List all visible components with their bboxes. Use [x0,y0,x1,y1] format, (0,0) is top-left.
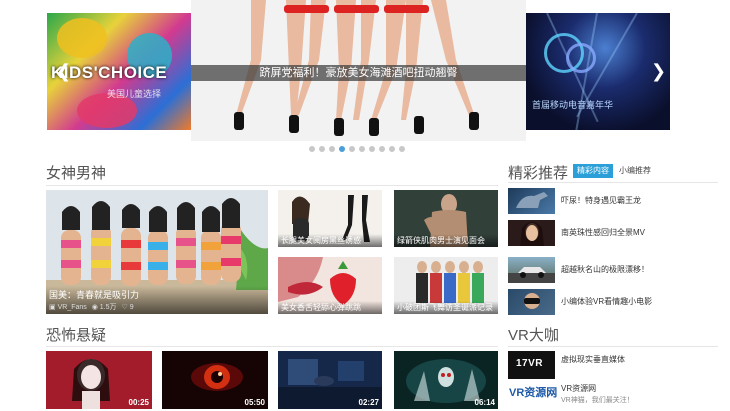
video-tile[interactable]: 02:27 [278,351,382,409]
views-icon: ◉ [91,304,98,311]
slide-left-subtitle: 美国儿童选择 [107,89,162,99]
carousel-slide-right[interactable]: 首届移动电音嘉年华 [526,13,670,130]
decor-blob [57,18,107,58]
car-thumb-image [508,267,555,283]
featured-likes: 9 [129,304,134,311]
video-caption: 小破团斯飞舞访圣诞派记录 [394,301,498,314]
section-divider [46,185,498,186]
recommend-title: 超越秋名山的极限漂移！ [561,265,649,274]
video-caption: 美女香舌轻舔心弹跳跳 [278,301,382,314]
vr-user-thumb-image [524,293,540,309]
user-icon: ▣ [49,304,56,311]
carousel-dot[interactable] [309,146,315,152]
video-duration: 05:50 [244,398,265,407]
carousel-dot[interactable] [379,146,385,152]
vr-media-logo: 17VR [508,351,555,379]
singer-thumb-image [520,222,544,246]
section-title-goddess: 女神男神 [46,165,107,182]
recommend-thumb [508,188,555,214]
video-tile[interactable]: 05:50 [162,351,268,409]
recommend-item[interactable]: 小编体验VR看情趣小电影 [508,289,718,315]
recommend-title: 小编体验VR看情趣小电影 [561,297,653,306]
section-divider [46,346,498,347]
vr-media-name: VR资源网 [561,384,597,393]
video-tile[interactable]: 06:14 [394,351,498,409]
vr-media-item[interactable]: VR资源网 VR资源网 VR神猫，我们最关注！ [508,381,718,409]
video-tile[interactable]: 小破团斯飞舞访圣诞派记录 [394,257,498,314]
video-duration: 02:27 [358,398,379,407]
likes-icon: ♡ [121,304,128,311]
featured-video-tile[interactable]: 国美：青春就是吸引力 ▣ VR_Fans ◉ 1.5万 ♡ 9 [46,190,268,314]
video-tile[interactable]: 长腿美女阅房黑丝诱惑 [278,190,382,247]
video-duration: 06:14 [474,398,495,407]
featured-views: 1.5万 [99,304,117,311]
featured-author[interactable]: VR_Fans [58,304,87,311]
carousel-dot-active[interactable] [339,146,345,152]
recommend-item[interactable]: 南英珠性感回归全景MV [508,220,718,246]
recommend-thumb [508,220,555,246]
carousel-dot[interactable] [399,146,405,152]
video-caption: 长腿美女阅房黑丝诱惑 [278,234,382,247]
carousel-prev-icon[interactable]: ❮ [56,62,71,80]
tab-featured-content[interactable]: 精彩内容 [573,164,613,178]
featured-caption: 国美：青春就是吸引力 [49,290,140,300]
recommend-item[interactable]: 超越秋名山的极限漂移！ [508,257,718,283]
vr-media-name: 虚拟现实垂直媒体 [561,355,625,364]
vr-media-item[interactable]: 17VR 虚拟现实垂直媒体 [508,351,718,379]
recommend-title: 南英珠性感回归全景MV [561,228,645,237]
recommend-item[interactable]: 吓尿！特身遇见霸王龙 [508,188,718,214]
video-caption: 绿箭侠肌肉男士演见面会 [394,234,498,247]
carousel-caption: 跻屏党福利！豪放美女海滩酒吧扭动翘臀 [259,67,458,79]
video-tile[interactable]: 绿箭侠肌肉男士演见面会 [394,190,498,247]
recommend-thumb [508,289,555,315]
slide-right-text: 首届移动电音嘉年华 [532,100,614,110]
dinosaur-thumb-image [516,192,548,208]
section-divider [508,346,718,347]
carousel-pagination [309,146,405,152]
decor-ring [566,43,596,73]
vr-media-logo: VR资源网 [508,381,558,409]
recommend-title: 吓尿！特身遇见霸王龙 [561,196,641,205]
carousel-dot[interactable] [369,146,375,152]
carousel-dot[interactable] [349,146,355,152]
section-title-recommend: 精彩推荐 [508,165,569,182]
recommend-thumb [508,257,555,283]
carousel-next-icon[interactable]: ❯ [651,62,666,80]
featured-meta: ▣ VR_Fans ◉ 1.5万 ♡ 9 [49,302,134,312]
section-title-vr: VR大咖 [508,327,559,344]
section-divider [508,182,718,183]
carousel-dot[interactable] [389,146,395,152]
hero-carousel: KIDS'CHOICE 美国儿童选择 首届移动电音嘉年华 跻屏党福利！豪放美女海… [0,0,730,160]
video-tile[interactable]: 美女香舌轻舔心弹跳跳 [278,257,382,314]
carousel-dot[interactable] [329,146,335,152]
vr-media-logo-text: 17VR [516,358,544,369]
video-tile[interactable]: 00:25 [46,351,152,409]
carousel-dot[interactable] [319,146,325,152]
video-duration: 00:25 [128,398,149,407]
section-title-horror: 恐怖悬疑 [46,327,107,344]
vr-media-description: VR神猫，我们最关注！ [561,397,634,404]
carousel-caption-bar: 跻屏党福利！豪放美女海滩酒吧扭动翘臀 [191,65,526,81]
vr-media-logo-text: VR资源网 [509,387,558,399]
tab-editor-picks[interactable]: 小编推荐 [615,164,655,178]
carousel-dot[interactable] [359,146,365,152]
